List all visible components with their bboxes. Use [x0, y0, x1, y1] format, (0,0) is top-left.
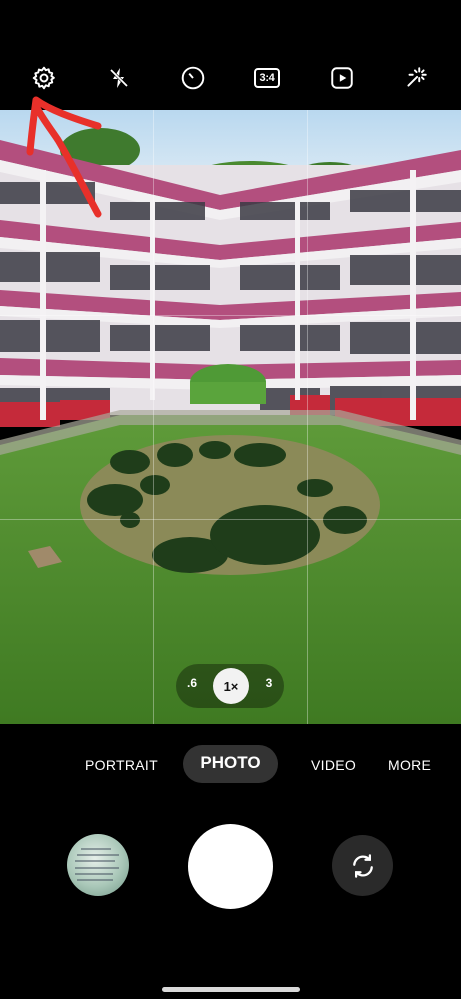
- gallery-thumbnail[interactable]: [67, 834, 129, 896]
- mode-portrait[interactable]: PORTRAIT: [85, 757, 158, 773]
- zoom-option-0.6[interactable]: .6: [177, 676, 207, 690]
- grid-line-horizontal-1: [0, 315, 461, 316]
- mode-video[interactable]: VIDEO: [311, 757, 356, 773]
- shutter-button[interactable]: [188, 824, 273, 909]
- zoom-option-1x-selected[interactable]: 1×: [213, 668, 249, 704]
- camera-mode-selector: PORTRAIT PHOTO VIDEO MORE: [0, 742, 461, 788]
- timer-icon[interactable]: [177, 62, 209, 94]
- flash-off-icon[interactable]: [103, 62, 135, 94]
- viewfinder-scene-image: [0, 110, 461, 724]
- switch-camera-button[interactable]: [332, 835, 393, 896]
- switch-camera-icon: [352, 853, 373, 878]
- aspect-ratio-icon[interactable]: 3:4: [251, 62, 283, 94]
- aspect-ratio-label: 3:4: [254, 68, 280, 88]
- grid-line-horizontal-2: [0, 519, 461, 520]
- mode-photo[interactable]: PHOTO: [183, 753, 278, 773]
- settings-gear-icon[interactable]: [28, 62, 60, 94]
- motion-photo-icon[interactable]: [326, 62, 358, 94]
- camera-top-toolbar: 3:4: [0, 0, 461, 110]
- grid-line-vertical-2: [307, 110, 308, 724]
- mode-more[interactable]: MORE: [388, 757, 431, 773]
- filters-icon[interactable]: [400, 62, 432, 94]
- camera-viewfinder[interactable]: [0, 110, 461, 724]
- grid-line-vertical-1: [153, 110, 154, 724]
- home-indicator[interactable]: [162, 987, 300, 992]
- zoom-option-3[interactable]: 3: [254, 676, 284, 690]
